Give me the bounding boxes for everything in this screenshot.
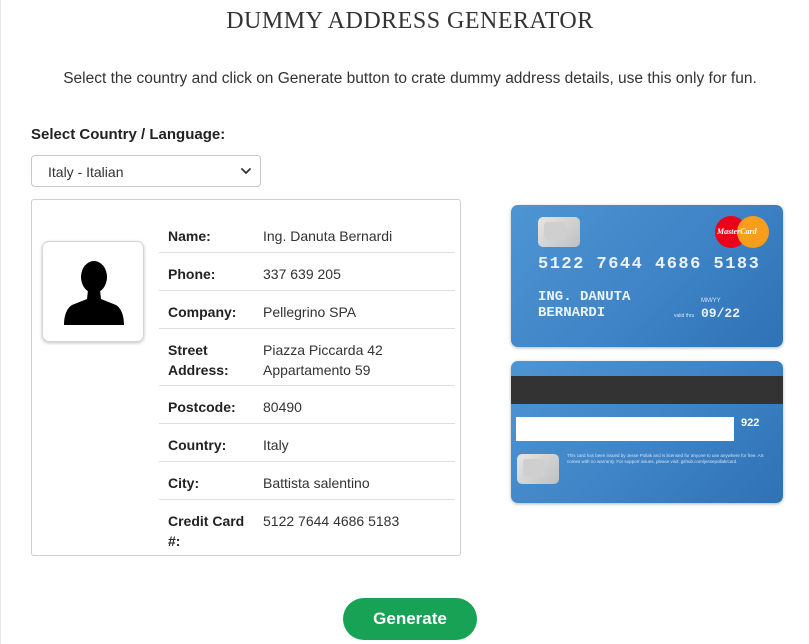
country-select-value: Italy - Italian xyxy=(48,164,124,180)
details-table: Name: Ing. Danuta Bernardi Phone: 337 63… xyxy=(159,215,455,558)
country-select-label: Select Country / Language: xyxy=(31,126,226,143)
card-holder-name: ING. DANUTA BERNARDI xyxy=(538,289,631,321)
city-label: City: xyxy=(168,475,200,491)
city-value: Battista salentino xyxy=(263,475,370,491)
street-address-label: Street Address: xyxy=(168,342,229,378)
phone-value: 337 639 205 xyxy=(263,266,341,282)
table-row: Postcode: 80490 xyxy=(159,386,455,424)
company-value: Pellegrino SPA xyxy=(263,304,357,320)
postcode-label: Postcode: xyxy=(168,399,236,415)
page: DUMMY ADDRESS GENERATOR Select the count… xyxy=(0,0,809,644)
chip-icon xyxy=(517,454,559,484)
credit-card-value: 5122 7644 4686 5183 xyxy=(263,513,400,529)
chip-icon xyxy=(538,217,580,247)
mastercard-logo: MasterCard xyxy=(715,216,769,248)
credit-card-back: 922 This card has been issued by Jesse P… xyxy=(511,361,783,503)
country-select[interactable]: Italy - Italian xyxy=(31,155,261,187)
table-row: Street Address: Piazza Piccarda 42 Appar… xyxy=(159,329,455,386)
table-row: Country: Italy xyxy=(159,424,455,462)
table-row: Company: Pellegrino SPA xyxy=(159,291,455,329)
left-divider xyxy=(0,0,1,644)
chevron-down-icon xyxy=(241,168,251,174)
company-label: Company: xyxy=(168,304,237,320)
credit-card-front: MasterCard 5122 7644 4686 5183 ING. DANU… xyxy=(511,205,783,347)
credit-card-label: Credit Card #: xyxy=(168,513,245,549)
table-row: Credit Card #: 5122 7644 4686 5183 xyxy=(159,500,455,558)
page-subtitle: Select the country and click on Generate… xyxy=(63,70,757,87)
phone-label: Phone: xyxy=(168,266,216,282)
avatar xyxy=(42,241,144,342)
card-number: 5122 7644 4686 5183 xyxy=(538,255,761,274)
table-row: Name: Ing. Danuta Bernardi xyxy=(159,215,455,253)
page-title: DUMMY ADDRESS GENERATOR xyxy=(226,8,594,34)
name-value: Ing. Danuta Bernardi xyxy=(263,228,393,244)
address-details-panel: Name: Ing. Danuta Bernardi Phone: 337 63… xyxy=(31,199,461,556)
card-valid-label: valid thru xyxy=(674,313,695,319)
table-row: Phone: 337 639 205 xyxy=(159,253,455,291)
postcode-value: 80490 xyxy=(263,399,302,415)
country-value: Italy xyxy=(263,437,289,453)
signature-strip xyxy=(516,417,734,441)
country-label: Country: xyxy=(168,437,227,453)
card-mmyy-label: MM/YY xyxy=(701,298,721,304)
magnetic-stripe xyxy=(511,376,783,404)
card-cvv: 922 xyxy=(741,417,760,429)
card-fine-print: This card has been issued by Jesse Polla… xyxy=(567,453,764,464)
generate-button[interactable]: Generate xyxy=(343,598,477,640)
street-address-value: Piazza Piccarda 42 Appartamento 59 xyxy=(263,342,383,378)
person-silhouette-icon xyxy=(64,261,124,325)
name-label: Name: xyxy=(168,228,211,244)
card-expiry: 09/22 xyxy=(701,306,741,321)
table-row: City: Battista salentino xyxy=(159,462,455,500)
